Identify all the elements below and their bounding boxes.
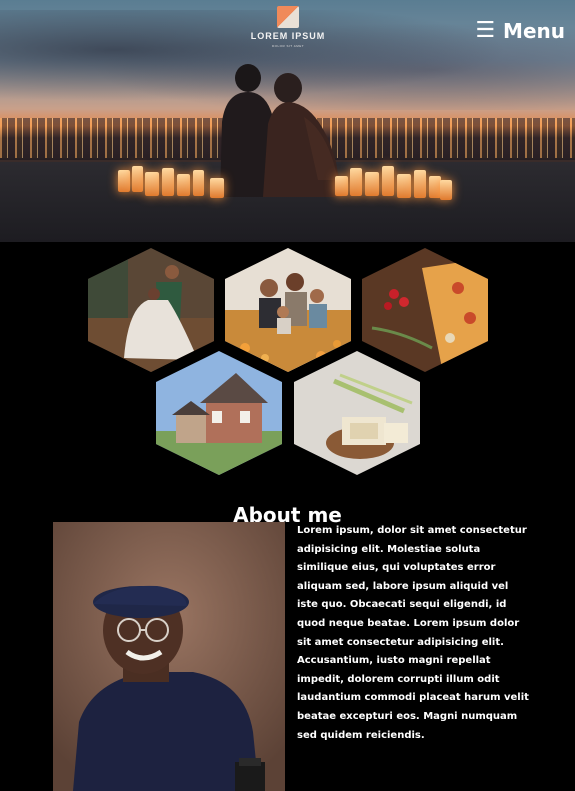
logo-title: LOREM IPSUM — [250, 31, 326, 41]
candle — [145, 172, 159, 196]
soap-bar-photo[interactable] — [294, 351, 420, 475]
candle — [177, 174, 190, 196]
portrait-photo — [53, 522, 285, 791]
candle — [132, 166, 143, 192]
menu-button[interactable]: ☰ Menu — [475, 19, 565, 43]
pizza-photo[interactable] — [362, 248, 488, 372]
logo-tagline: DOLOR SIT AMET — [271, 44, 305, 48]
logo-icon — [277, 6, 299, 28]
candle — [414, 170, 426, 198]
candle — [335, 176, 348, 196]
site-logo[interactable]: LOREM IPSUM DOLOR SIT AMET — [240, 6, 336, 48]
soap-image — [294, 351, 420, 475]
photo-gallery — [0, 242, 575, 482]
house-image — [156, 351, 282, 475]
candle — [118, 170, 130, 192]
family-image — [225, 248, 351, 372]
candle — [210, 178, 224, 198]
candle — [162, 168, 174, 196]
candle — [193, 170, 204, 196]
candle — [397, 174, 411, 198]
couple-silhouette — [220, 64, 342, 197]
menu-label: Menu — [503, 19, 565, 43]
pizza-image — [362, 248, 488, 372]
candle — [440, 180, 452, 200]
candle — [365, 172, 379, 196]
hero-banner: LOREM IPSUM DOLOR SIT AMET ☰ Menu — [0, 0, 575, 242]
candle — [382, 166, 394, 196]
house-photo[interactable] — [156, 351, 282, 475]
candle — [350, 168, 362, 196]
wedding-image — [88, 248, 214, 372]
portrait-image — [53, 522, 285, 791]
family-field-photo[interactable] — [225, 248, 351, 372]
wedding-dance-photo[interactable] — [88, 248, 214, 372]
about-body: Lorem ipsum, dolor sit amet consectetur … — [297, 525, 529, 741]
hamburger-icon: ☰ — [475, 18, 496, 43]
